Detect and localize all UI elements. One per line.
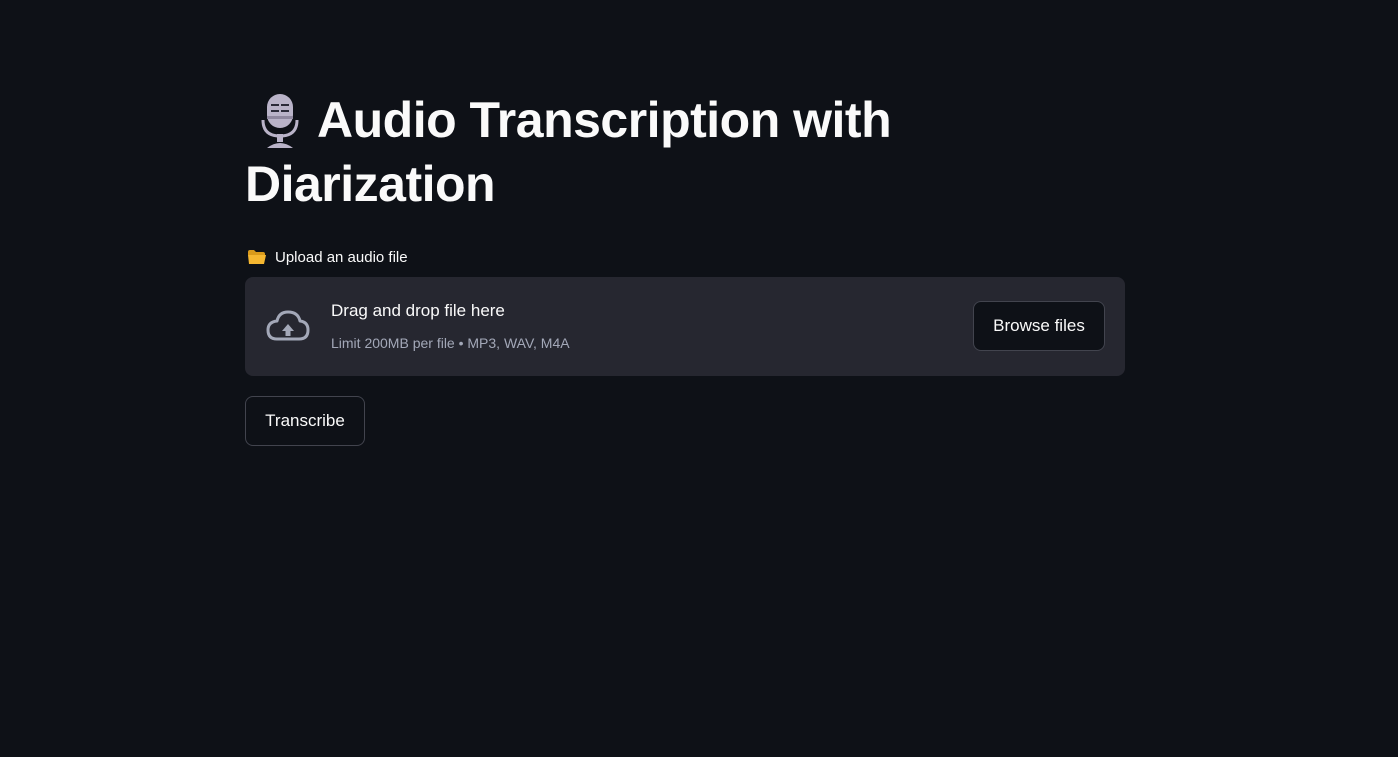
uploader-label: Upload an audio file bbox=[245, 246, 408, 268]
microphone-icon bbox=[245, 88, 317, 148]
dropzone-limit-text: Limit 200MB per file • MP3, WAV, M4A bbox=[331, 335, 570, 351]
browse-files-button[interactable]: Browse files bbox=[973, 301, 1105, 351]
transcribe-button[interactable]: Transcribe bbox=[245, 396, 365, 446]
file-dropzone[interactable]: Drag and drop file here Limit 200MB per … bbox=[245, 277, 1125, 376]
uploader-label-text: Upload an audio file bbox=[275, 248, 408, 266]
dropzone-title: Drag and drop file here bbox=[331, 301, 505, 320]
page-title-text: Audio Transcription with Diarization bbox=[245, 92, 892, 212]
cloud-upload-icon bbox=[265, 307, 311, 343]
folder-icon bbox=[247, 249, 267, 265]
page-title: Audio Transcription with Diarization bbox=[245, 88, 1005, 216]
